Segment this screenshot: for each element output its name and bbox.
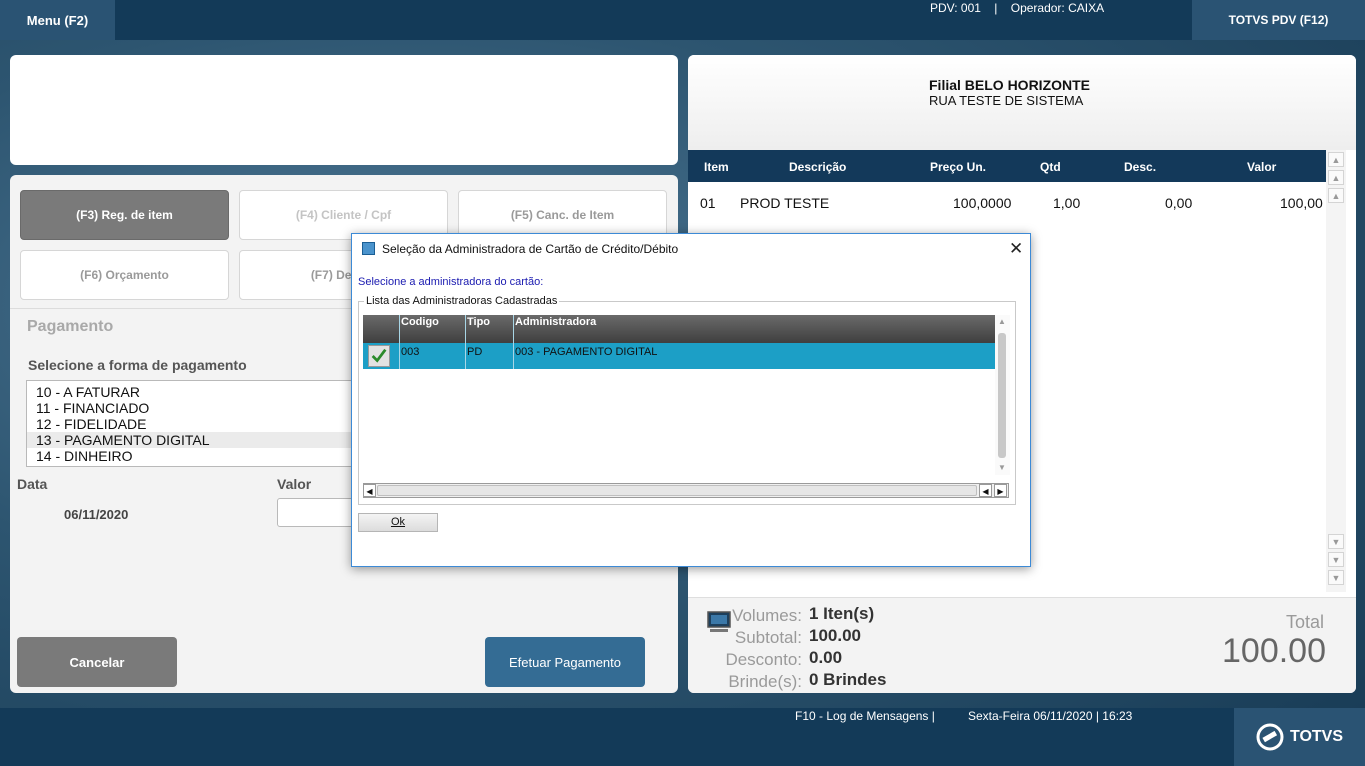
receipt-header: Filial BELO HORIZONTE RUA TESTE DE SISTE… (688, 55, 1356, 150)
payment-method-label: Selecione a forma de pagamento (28, 357, 247, 373)
date-label: Data (17, 476, 48, 492)
totvs-logo-icon (1256, 723, 1284, 751)
grid-horizontal-scrollbar[interactable]: ◀ ◀ ▶ (363, 483, 1009, 498)
menu-button[interactable]: Menu (F2) (0, 0, 115, 40)
window-icon (362, 242, 375, 255)
vertical-scroll-thumb[interactable] (998, 333, 1006, 458)
volumes-value: 1 Iten(s) (809, 604, 875, 623)
discount-value: 0.00 (809, 648, 843, 667)
pdv-operator-info: PDV: 001 | Operador: CAIXA (930, 1, 1104, 15)
payment-method-item[interactable]: 12 - FIDELIDADE (27, 416, 365, 432)
admin-grid-header: Codigo Tipo Administradora (363, 315, 995, 343)
item-discount: 0,00 (1165, 195, 1193, 211)
admin-grid-row[interactable]: 003 PD 003 - PAGAMENTO DIGITAL (363, 343, 995, 369)
total-label: Total (1286, 612, 1325, 632)
value-label: Valor (277, 476, 312, 492)
totals-panel: Volumes: 1 Iten(s) Subtotal: 100.00 Desc… (688, 597, 1356, 693)
col-tipo[interactable]: Tipo (467, 316, 490, 328)
scroll-page-down-icon[interactable]: ▼ (1328, 552, 1344, 567)
scroll-left-icon[interactable]: ◀ (979, 484, 992, 497)
payment-method-item[interactable]: 11 - FINANCIADO (27, 400, 365, 416)
card-admin-dialog: Seleção da Administradora de Cartão de C… (351, 233, 1031, 567)
volumes-label: Volumes: (732, 606, 802, 625)
col-item: Item (704, 160, 729, 174)
info-separator: | (994, 1, 998, 15)
scroll-down-icon[interactable]: ▼ (998, 463, 1006, 472)
col-descricao: Descrição (789, 160, 847, 174)
status-bar: F10 - Log de Mensagens | Sexta-Feira 06/… (0, 708, 1365, 766)
cancel-button[interactable]: Cancelar (17, 637, 177, 687)
reg-item-button[interactable]: (F3) Reg. de item (20, 190, 229, 240)
brinde-label: Brinde(s): (728, 672, 802, 691)
grid-divider (513, 315, 514, 369)
scroll-left-icon[interactable]: ◀ (363, 484, 376, 497)
admin-name: 003 - PAGAMENTO DIGITAL (515, 346, 658, 358)
scroll-top-icon[interactable]: ▲ (1328, 152, 1344, 167)
checkbox-checked-icon[interactable] (368, 345, 390, 367)
grid-divider (465, 315, 466, 369)
scroll-bottom-icon[interactable]: ▼ (1328, 570, 1344, 585)
receipt-item-row[interactable]: 01 PROD TESTE 100,0000 1,00 0,00 100,00 (688, 192, 1328, 212)
discount-label: Desconto: (725, 650, 802, 669)
brinde-value: 0 Brindes (809, 670, 887, 689)
orcamento-button[interactable]: (F6) Orçamento (20, 250, 229, 300)
payment-method-item[interactable]: 10 - A FATURAR (27, 384, 365, 400)
item-value: 100,00 (1280, 195, 1323, 211)
item-display-panel (10, 55, 678, 165)
scroll-up-icon[interactable]: ▲ (1328, 188, 1344, 203)
col-qtd: Qtd (1040, 160, 1061, 174)
col-preco: Preço Un. (930, 160, 987, 174)
item-number: 01 (700, 195, 716, 211)
dialog-title: Seleção da Administradora de Cartão de C… (382, 242, 679, 256)
branch-address: RUA TESTE DE SISTEMA (929, 93, 1084, 108)
ok-button[interactable]: Ok (358, 513, 438, 532)
totvs-pdv-button[interactable]: TOTVS PDV (F12) (1192, 0, 1365, 40)
admin-codigo: 003 (401, 346, 420, 358)
status-datetime: Sexta-Feira 06/11/2020 | 16:23 (968, 709, 1133, 723)
admin-list-group: Codigo Tipo Administradora 003 PD 003 - … (358, 301, 1016, 505)
group-label: Lista das Administradoras Cadastradas (364, 295, 560, 307)
horizontal-scroll-thumb[interactable] (377, 485, 977, 496)
scroll-up-icon[interactable]: ▲ (998, 317, 1006, 326)
operator-label: Operador: CAIXA (1010, 1, 1105, 15)
grid-divider (399, 315, 400, 369)
receipt-column-header: Item Descrição Preço Un. Qtd Desc. Valor (688, 150, 1326, 182)
totvs-logo: TOTVS (1234, 708, 1365, 766)
totvs-logo-text: TOTVS (1289, 728, 1344, 745)
receipt-scrollbar[interactable]: ▲ ▲ ▲ ▼ ▼ ▼ (1326, 150, 1346, 592)
col-valor: Valor (1247, 160, 1277, 174)
scroll-page-up-icon[interactable]: ▲ (1328, 170, 1344, 185)
item-price: 100,0000 (953, 195, 1012, 211)
payment-method-item[interactable]: 14 - DINHEIRO (27, 448, 365, 464)
payment-method-list[interactable]: 10 - A FATURAR 11 - FINANCIADO 12 - FIDE… (26, 380, 366, 467)
admin-tipo: PD (467, 346, 483, 358)
top-bar: Menu (F2) PDV: 001 | Operador: CAIXA TOT… (0, 0, 1365, 40)
item-description: PROD TESTE (740, 195, 830, 211)
admin-grid: Codigo Tipo Administradora 003 PD 003 - … (363, 315, 995, 370)
col-codigo[interactable]: Codigo (401, 316, 439, 328)
payment-title: Pagamento (27, 318, 114, 335)
date-value: 06/11/2020 (64, 507, 129, 522)
total-value: 100.00 (1222, 632, 1326, 670)
scroll-right-icon[interactable]: ▶ (994, 484, 1007, 497)
subtotal-label: Subtotal: (734, 628, 802, 647)
log-messages-link[interactable]: F10 - Log de Mensagens | (795, 709, 935, 723)
branch-name: Filial BELO HORIZONTE (929, 77, 1091, 93)
scroll-down-icon[interactable]: ▼ (1328, 534, 1344, 549)
col-desc: Desc. (1124, 160, 1157, 174)
payment-method-item-selected[interactable]: 13 - PAGAMENTO DIGITAL (27, 432, 365, 448)
pdv-label: PDV: 001 (930, 1, 981, 15)
col-administradora[interactable]: Administradora (515, 316, 596, 328)
subtotal-value: 100.00 (809, 626, 861, 645)
grid-vertical-scrollbar[interactable]: ▲ ▼ (995, 315, 1010, 475)
close-icon[interactable]: ✕ (1009, 240, 1023, 257)
efetuar-pagamento-button[interactable]: Efetuar Pagamento (485, 637, 645, 687)
item-qty: 1,00 (1053, 195, 1081, 211)
dialog-prompt: Selecione a administradora do cartão: (358, 276, 544, 288)
